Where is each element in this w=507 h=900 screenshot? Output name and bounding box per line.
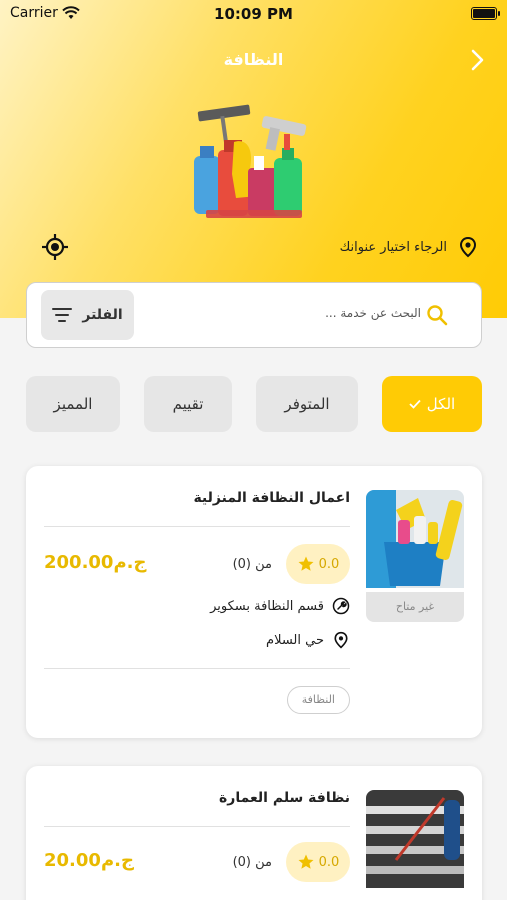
check-icon bbox=[409, 399, 421, 409]
cleaning-bucket-image bbox=[366, 490, 464, 588]
filter-label: الفلتر bbox=[82, 307, 123, 323]
rating-row: 0.0 من (0) bbox=[233, 544, 350, 584]
stairs-cleaning-image bbox=[366, 790, 464, 888]
search-icon bbox=[427, 305, 448, 326]
service-card[interactable]: نظافة سلم العمارة 0.0 من (0) 20.00ج.م bbox=[26, 766, 482, 900]
chip-available[interactable]: المتوفر bbox=[256, 376, 358, 432]
address-selector[interactable]: الرجاء اختيار عنوانك bbox=[340, 234, 479, 260]
status-bar: Carrier 10:09 PM bbox=[0, 0, 507, 30]
area-label: حي السلام bbox=[266, 632, 324, 648]
service-card[interactable]: غير متاح اعمال النظافة المنزلية 0.0 من (… bbox=[26, 466, 482, 738]
department-row: قسم النظافة بسكوير bbox=[210, 594, 350, 618]
area-row: حي السلام bbox=[266, 628, 350, 652]
divider bbox=[44, 826, 350, 827]
service-price: 200.00ج.م bbox=[44, 552, 147, 573]
rating-badge: 0.0 bbox=[286, 842, 350, 882]
rating-value: 0.0 bbox=[318, 854, 340, 870]
status-time: 10:09 PM bbox=[214, 5, 293, 23]
chip-rating[interactable]: تقييم bbox=[144, 376, 232, 432]
address-prompt: الرجاء اختيار عنوانك bbox=[339, 239, 447, 255]
location-pin-icon bbox=[334, 631, 348, 649]
rating-value: 0.0 bbox=[318, 556, 340, 572]
service-price: 20.00ج.م bbox=[44, 850, 134, 871]
chip-featured[interactable]: المميز bbox=[26, 376, 120, 432]
chip-all[interactable]: الكل bbox=[382, 376, 482, 432]
search-bar[interactable]: البحث عن خدمة ... الفلتر bbox=[26, 282, 482, 348]
star-icon bbox=[298, 854, 314, 869]
divider bbox=[44, 668, 350, 669]
service-name: اعمال النظافة المنزلية bbox=[193, 490, 350, 506]
service-name: نظافة سلم العمارة bbox=[219, 790, 350, 806]
reviews-count: من (0) bbox=[232, 556, 272, 572]
search-input[interactable]: البحث عن خدمة ... bbox=[325, 306, 421, 320]
cleaning-supplies-illustration bbox=[194, 104, 307, 218]
service-thumbnail bbox=[366, 790, 464, 892]
back-arrow-icon[interactable] bbox=[465, 48, 489, 72]
crosshair-icon[interactable] bbox=[41, 233, 69, 261]
page-title: النظافة bbox=[223, 50, 284, 69]
wrench-icon bbox=[332, 597, 350, 615]
service-thumbnail: غير متاح bbox=[366, 490, 464, 622]
location-pin-icon bbox=[459, 236, 477, 258]
chip-label: تقييم bbox=[172, 395, 204, 413]
divider bbox=[44, 526, 350, 527]
chip-label: المتوفر bbox=[284, 395, 330, 413]
filter-button[interactable]: الفلتر bbox=[41, 290, 134, 340]
chip-label: المميز bbox=[53, 395, 93, 413]
filter-icon bbox=[52, 308, 73, 322]
rating-badge: 0.0 bbox=[286, 544, 350, 584]
battery-icon bbox=[471, 7, 500, 20]
header: Carrier 10:09 PM النظافة الرجاء اختيار ع… bbox=[0, 0, 507, 318]
star-icon bbox=[298, 556, 314, 571]
category-tag: النظافة bbox=[286, 686, 350, 714]
reviews-count: من (0) bbox=[232, 854, 272, 870]
department-label: قسم النظافة بسكوير bbox=[210, 598, 324, 614]
chip-label: الكل bbox=[426, 395, 456, 413]
rating-row: 0.0 من (0) bbox=[233, 842, 350, 882]
availability-badge: غير متاح bbox=[366, 592, 464, 622]
